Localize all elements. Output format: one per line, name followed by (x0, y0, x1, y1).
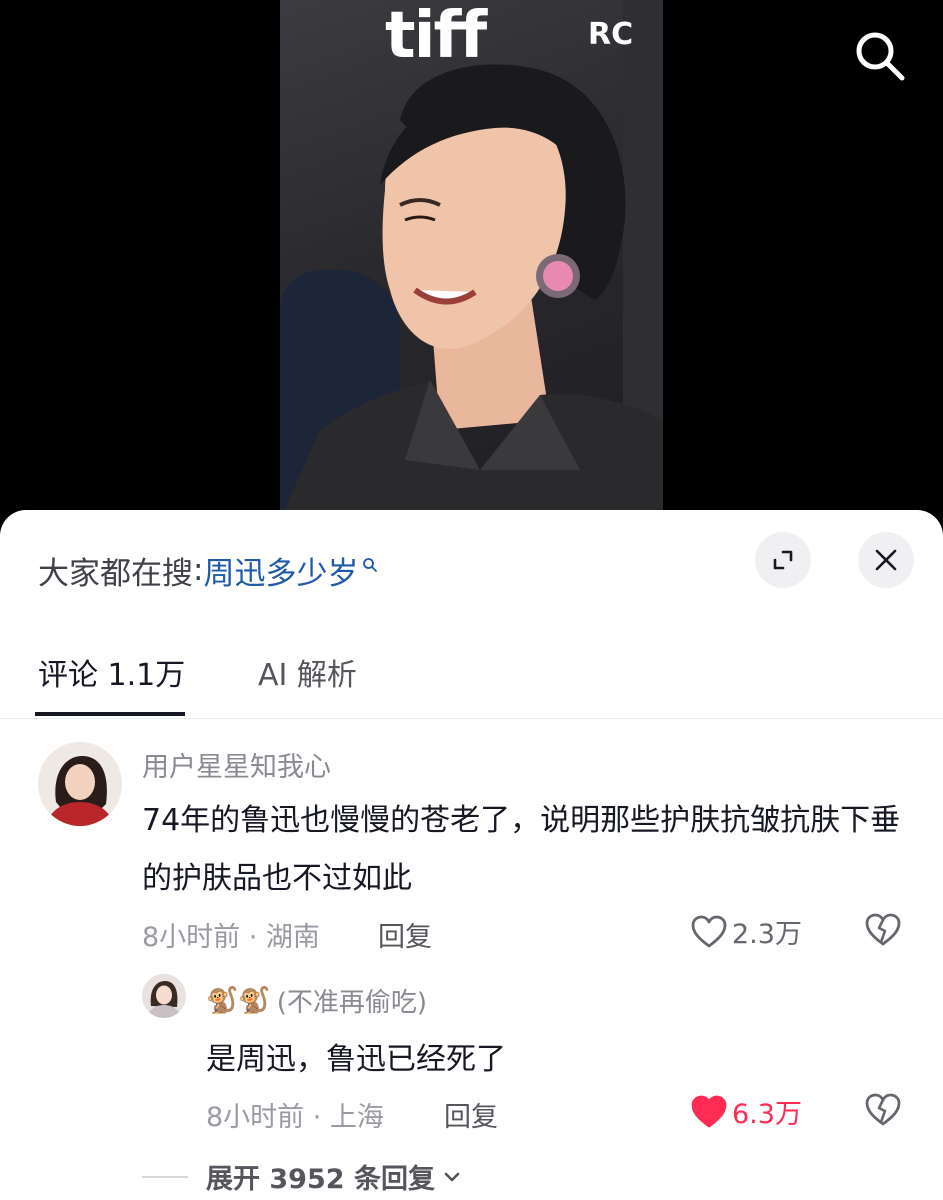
reply-button[interactable]: 回复 (444, 1095, 498, 1134)
reply-meta: 8小时前 · 上海 (206, 1102, 384, 1133)
expand-button[interactable] (755, 532, 811, 588)
dislike-button[interactable] (864, 912, 902, 952)
video-area[interactable]: tiff RC (0, 0, 943, 520)
dislike-icon (865, 1093, 901, 1126)
avatar[interactable] (38, 742, 122, 826)
close-button[interactable] (858, 532, 914, 588)
reply-avatar[interactable] (142, 974, 186, 1018)
reply-button[interactable]: 回复 (378, 915, 432, 954)
close-icon (875, 549, 897, 571)
divider (142, 1175, 188, 1178)
person-image (280, 64, 663, 520)
reply-username[interactable]: (不准再偷吃) (277, 982, 427, 1019)
expand-replies-button[interactable]: 展开 3952 条回复 (142, 1157, 463, 1196)
hot-search-prefix: 大家都在搜 (38, 555, 193, 592)
like-button[interactable]: 2.3万 (690, 912, 802, 951)
chevron-down-icon (444, 1172, 460, 1181)
hot-search-term[interactable]: 周迅多少岁 (203, 548, 358, 593)
tab-comments[interactable]: 评论 1.1万 (38, 650, 185, 694)
search-button[interactable] (850, 26, 910, 86)
comment-meta: 8小时前 · 湖南 (142, 922, 320, 953)
expand-replies-label: 展开 3952 条回复 (206, 1164, 435, 1195)
like-button[interactable]: 6.3万 (690, 1092, 802, 1131)
comment-username[interactable]: 用户星星知我心 (142, 745, 331, 784)
avatar-image (38, 742, 122, 826)
search-icon (856, 32, 905, 81)
active-tab-indicator (35, 712, 185, 716)
username-emoji: 🐒🐒 (206, 985, 271, 1016)
reply-text: 是周迅，鲁迅已经死了 (206, 1042, 506, 1077)
heart-icon (691, 1095, 727, 1127)
dislike-button[interactable] (864, 1092, 902, 1132)
search-icon (363, 558, 378, 572)
video-frame[interactable]: tiff RC (280, 0, 663, 520)
reply-username-row[interactable]: 🐒🐒 (不准再偷吃) (206, 982, 427, 1019)
comment-text: 74年的鲁迅也慢慢的苍老了，说明那些护肤抗皱抗肤下垂的护肤品也不过如此 (142, 803, 901, 896)
tab-bar: 评论 1.1万 AI 解析 (0, 640, 943, 719)
heart-icon (691, 915, 727, 947)
expand-icon (773, 550, 793, 570)
dislike-icon (865, 913, 901, 946)
like-count: 6.3万 (732, 1099, 802, 1130)
hot-search-bar[interactable]: 大家都在搜 : 周迅多少岁 (38, 548, 378, 592)
tab-ai-analysis[interactable]: AI 解析 (258, 650, 357, 694)
avatar-image (142, 974, 186, 1018)
hot-search-colon: : (193, 552, 204, 588)
like-count: 2.3万 (732, 919, 802, 950)
